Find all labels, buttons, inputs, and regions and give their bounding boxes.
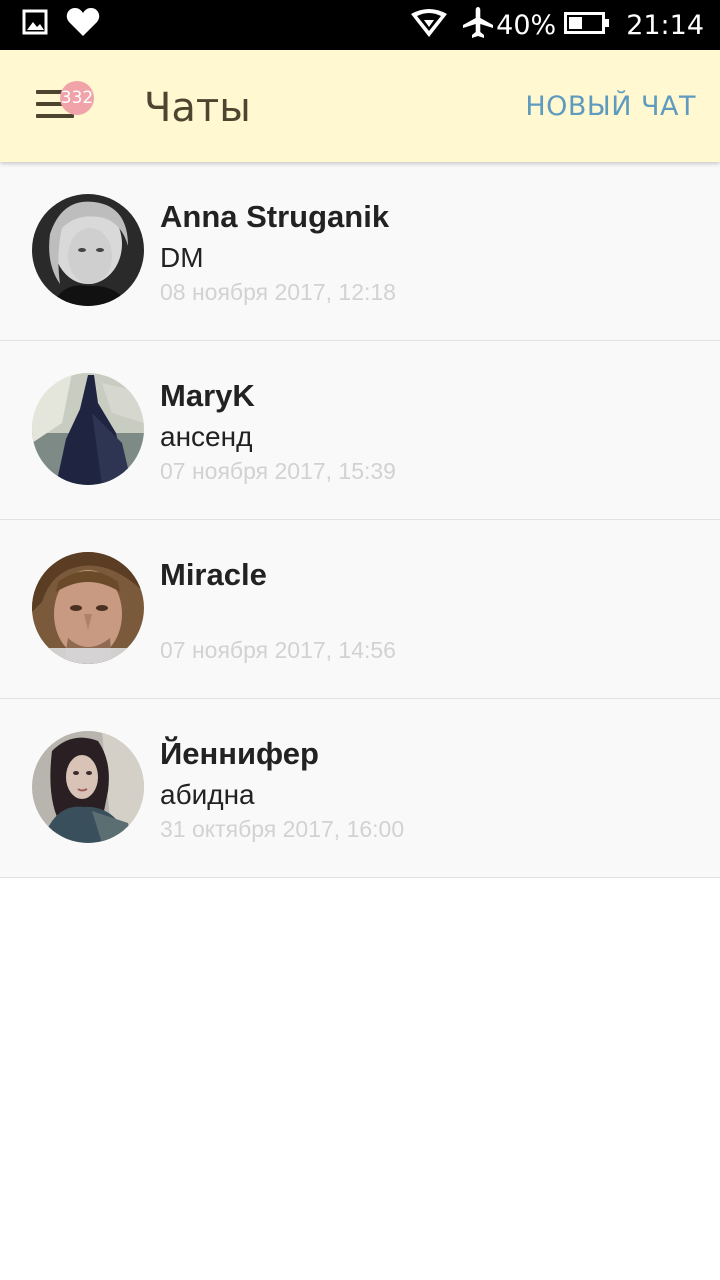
wifi-icon bbox=[410, 8, 448, 43]
chat-item[interactable]: Miracle 07 ноября 2017, 14:56 bbox=[0, 520, 720, 699]
chat-last-message: ансенд bbox=[160, 421, 253, 452]
chat-item[interactable]: MaryK ансенд 07 ноября 2017, 15:39 bbox=[0, 341, 720, 520]
status-left-icons bbox=[22, 7, 100, 42]
chat-timestamp: 07 ноября 2017, 14:56 bbox=[160, 637, 396, 663]
chat-last-message: абидна bbox=[160, 779, 255, 810]
chat-name: Anna Struganik bbox=[160, 199, 390, 234]
avatar bbox=[32, 194, 144, 306]
avatar bbox=[32, 731, 144, 843]
battery-icon bbox=[564, 11, 610, 40]
status-bar: 40% 21:14 bbox=[0, 0, 720, 50]
chat-item[interactable]: Anna Struganik DM 08 ноября 2017, 12:18 bbox=[0, 162, 720, 341]
avatar bbox=[32, 552, 144, 664]
image-icon bbox=[22, 8, 48, 41]
notification-badge: 332 bbox=[60, 81, 94, 115]
chat-timestamp: 31 октября 2017, 16:00 bbox=[160, 816, 405, 842]
chat-name: Йеннифер bbox=[160, 736, 319, 771]
chat-last-message: DM bbox=[160, 242, 204, 273]
battery-percent: 40% bbox=[496, 9, 557, 41]
chat-name: Miracle bbox=[160, 557, 267, 592]
chat-timestamp: 07 ноября 2017, 15:39 bbox=[160, 458, 396, 484]
new-chat-button[interactable]: НОВЫЙ ЧАТ bbox=[525, 87, 696, 127]
airplane-icon bbox=[462, 6, 494, 45]
chat-timestamp: 08 ноября 2017, 12:18 bbox=[160, 279, 396, 305]
chat-name: MaryK bbox=[160, 378, 255, 413]
heart-icon bbox=[66, 7, 100, 42]
page-title: Чаты bbox=[144, 85, 251, 131]
avatar bbox=[32, 373, 144, 485]
status-right-indicators: 40% 21:14 bbox=[410, 0, 704, 50]
clock: 21:14 bbox=[626, 9, 704, 41]
chat-list: Anna Struganik DM 08 ноября 2017, 12:18 … bbox=[0, 162, 720, 878]
chat-item[interactable]: Йеннифер абидна 31 октября 2017, 16:00 bbox=[0, 699, 720, 878]
